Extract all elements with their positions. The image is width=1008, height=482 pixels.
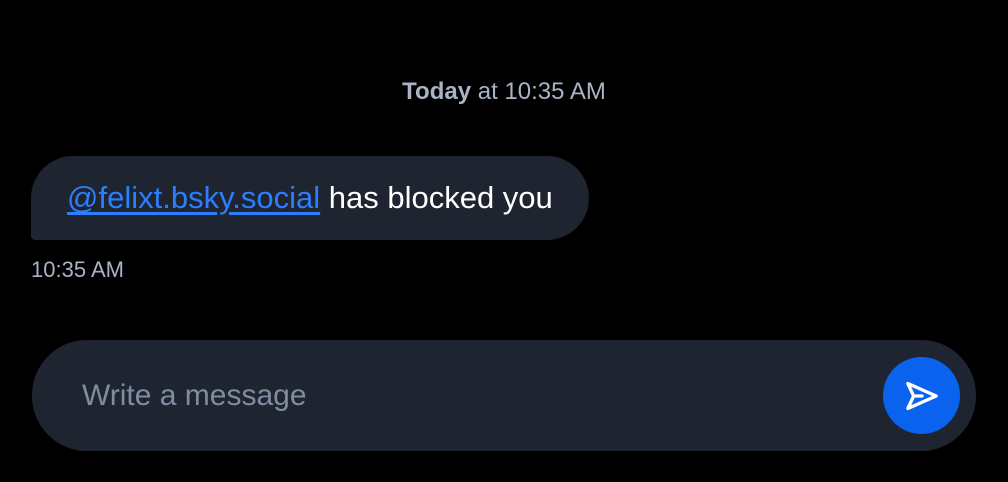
- message-text: has blocked you: [320, 180, 553, 215]
- mention-link[interactable]: @felixt.bsky.social: [67, 180, 320, 216]
- date-separator-day: Today: [402, 78, 472, 105]
- message-input[interactable]: [80, 377, 883, 414]
- chat-screen: Today at 10:35 AM @felixt.bsky.social ha…: [0, 0, 1008, 482]
- date-separator: Today at 10:35 AM: [0, 76, 1008, 108]
- message-bubble: @felixt.bsky.social has blocked you: [31, 156, 589, 240]
- message-composer: [32, 340, 976, 451]
- date-separator-time: at 10:35 AM: [477, 78, 606, 105]
- message-timestamp: 10:35 AM: [31, 257, 124, 282]
- send-button[interactable]: [883, 357, 960, 434]
- send-icon: [902, 376, 942, 416]
